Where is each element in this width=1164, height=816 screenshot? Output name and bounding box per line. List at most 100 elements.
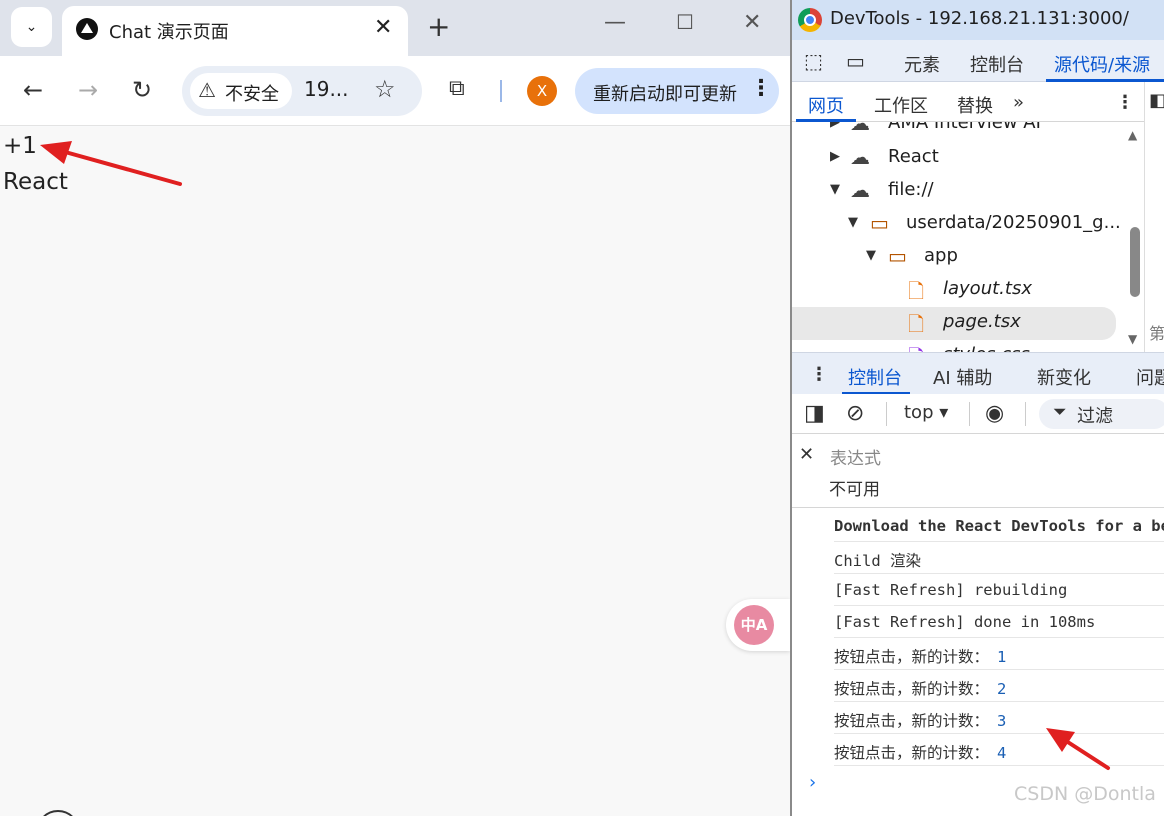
drawer-tab-issues[interactable]: 问题 (1136, 364, 1164, 390)
warning-icon: ⚠ (198, 78, 216, 102)
minimize-icon[interactable]: — (604, 10, 626, 35)
devtools-titlebar: DevTools - 192.168.21.131:3000/ (792, 0, 1164, 40)
watermark: CSDN @Dontla (1014, 783, 1156, 805)
sidebar-toggle-icon[interactable]: ◨ (804, 401, 825, 426)
plus-one-button[interactable]: +1 (3, 133, 37, 159)
scroll-thumb[interactable] (1130, 227, 1140, 297)
toolbar-divider (886, 402, 887, 426)
file-icon: 🗋 (908, 312, 925, 336)
device-toolbar-icon[interactable]: ▭ (846, 49, 865, 73)
kebab-menu-icon[interactable]: ⋮ (1116, 92, 1134, 113)
more-menu-icon[interactable]: ⋮ (750, 76, 772, 101)
close-window-icon[interactable]: ✕ (743, 10, 761, 35)
toggle-sidebar-icon[interactable]: ◧ (1149, 90, 1164, 111)
tab-search-button[interactable]: ⌄ (11, 7, 52, 47)
context-selector[interactable]: top ▾ (904, 402, 948, 423)
new-tab-button[interactable]: + (427, 10, 450, 43)
file-icon: 🗋 (908, 343, 924, 352)
extensions-icon[interactable]: ⧉ (449, 76, 465, 101)
update-button-label: 重新启动即可更新 (593, 84, 737, 105)
drawer-tab-changes[interactable]: 新变化 (1037, 364, 1091, 390)
floating-avatar[interactable] (36, 810, 80, 816)
console-prompt[interactable]: › (809, 772, 816, 793)
toolbar-divider (500, 80, 502, 102)
clear-console-icon[interactable]: ⊘ (846, 401, 864, 426)
count-value: 4 (997, 744, 1007, 762)
cloud-icon: ☁ (850, 178, 870, 202)
subtab-page[interactable]: 网页 (808, 92, 844, 118)
tree-item[interactable]: 🗋 styles.css (792, 340, 1132, 352)
filter-input[interactable]: ⏷ 过滤 (1039, 399, 1164, 429)
console-message: 按钮点击，新的计数： 4 (834, 734, 1164, 766)
tree-item[interactable]: ▶ ☁ React (792, 142, 1132, 175)
sources-sub-tabs: 网页 工作区 替换 » ⋮ (792, 82, 1164, 122)
live-expression: ✕ 表达式 不可用 (792, 434, 1164, 508)
toolbar-divider (969, 402, 970, 426)
drawer-tab-ai[interactable]: AI 辅助 (933, 364, 992, 390)
editor-edge-text: 第 (1149, 324, 1164, 343)
tab-elements[interactable]: 元素 (904, 51, 940, 77)
console-message: Download the React DevTools for a better… (834, 510, 1164, 542)
security-chip[interactable]: ⚠ 不安全 (190, 73, 292, 109)
browser-toolbar: ← → ↻ ⚠ 不安全 19... ☆ ⧉ X 重新启动即可更新 ⋮ (0, 56, 790, 126)
scroll-down-icon[interactable]: ▼ (1128, 332, 1137, 346)
count-log-text: 按钮点击，新的计数： (834, 680, 990, 698)
chrome-logo-icon (798, 8, 822, 32)
translate-icon: 中A (734, 605, 774, 645)
reload-icon[interactable]: ↻ (132, 76, 152, 104)
tree-item[interactable]: ▼ ▭ app (792, 241, 1132, 274)
tree-item[interactable]: ▼ ▭ userdata/20250901_g... (792, 208, 1132, 241)
cloud-icon: ☁ (850, 145, 870, 169)
count-value: 1 (997, 648, 1007, 666)
url-text[interactable]: 19... (304, 77, 349, 101)
tab-console[interactable]: 控制台 (970, 51, 1024, 77)
collapsed-arrow-icon: ▶ (830, 149, 840, 164)
collapsed-arrow-icon: ▶ (830, 122, 840, 130)
eye-icon[interactable]: ◉ (985, 401, 1004, 426)
more-tabs-icon[interactable]: » (1013, 92, 1024, 113)
drawer-tab-console[interactable]: 控制台 (848, 364, 902, 390)
browser-tab-active[interactable]: Chat 演示页面 ✕ (62, 6, 408, 56)
security-label: 不安全 (225, 84, 279, 105)
subtab-workspace[interactable]: 工作区 (874, 92, 928, 118)
drawer-tabs: ⋮ 控制台 AI 辅助 新变化 问题 (792, 352, 1164, 395)
address-bar[interactable]: ⚠ 不安全 19... ☆ (182, 66, 422, 116)
inspect-element-icon[interactable]: ⬚ (804, 49, 823, 73)
console-message: 按钮点击，新的计数： 3 (834, 702, 1164, 734)
count-log-text: 按钮点击，新的计数： (834, 648, 990, 666)
devtools-panel: DevTools - 192.168.21.131:3000/ ⬚ ▭ 元素 控… (792, 0, 1164, 816)
tree-item-selected[interactable]: 🗋 page.tsx (792, 307, 1116, 340)
file-icon: 🗋 (908, 279, 925, 303)
maximize-icon[interactable]: ☐ (676, 10, 694, 34)
devtools-title: DevTools - 192.168.21.131:3000/ (830, 8, 1129, 29)
page-content: +1 React 中A (0, 127, 790, 816)
tree-scrollbar[interactable]: ▲ ▼ (1124, 122, 1144, 352)
back-icon[interactable]: ← (23, 76, 43, 104)
console-toolbar: ◨ ⊘ top ▾ ◉ ⏷ 过滤 (792, 394, 1164, 434)
scroll-up-icon[interactable]: ▲ (1128, 128, 1137, 142)
translate-widget[interactable]: 中A (726, 599, 790, 651)
tab-bar: ⌄ Chat 演示页面 ✕ + — ☐ ✕ (0, 0, 790, 56)
folder-icon: ▭ (870, 211, 889, 235)
chevron-down-icon: ⌄ (25, 19, 38, 35)
toolbar-divider (1025, 402, 1026, 426)
drawer-menu-icon[interactable]: ⋮ (810, 364, 828, 385)
tree-item[interactable]: 🗋 layout.tsx (792, 274, 1132, 307)
tree-item[interactable]: ▼ ☁ file:// (792, 175, 1132, 208)
remove-expression-icon[interactable]: ✕ (799, 444, 814, 465)
console-message: Child 渲染 (834, 542, 1164, 574)
console-message: 按钮点击，新的计数： 1 (834, 638, 1164, 670)
forward-icon[interactable]: → (78, 76, 98, 104)
expression-input[interactable]: 表达式 (830, 444, 881, 469)
expanded-arrow-icon: ▼ (866, 248, 876, 263)
update-button[interactable]: 重新启动即可更新 ⋮ (575, 68, 779, 114)
profile-avatar[interactable]: X (527, 76, 557, 106)
bookmark-star-icon[interactable]: ☆ (374, 75, 396, 103)
tree-item[interactable]: ▶ ☁ AMA Interview AI (792, 122, 1132, 141)
folder-icon: ▭ (888, 244, 907, 268)
editor-pane-edge: ◧ 第 (1144, 82, 1164, 352)
close-tab-icon[interactable]: ✕ (374, 15, 392, 40)
tab-sources[interactable]: 源代码/来源 (1054, 51, 1150, 77)
subtab-overrides[interactable]: 替换 (957, 92, 993, 118)
browser-window: ⌄ Chat 演示页面 ✕ + — ☐ ✕ ← → ↻ ⚠ 不安全 19... … (0, 0, 790, 816)
